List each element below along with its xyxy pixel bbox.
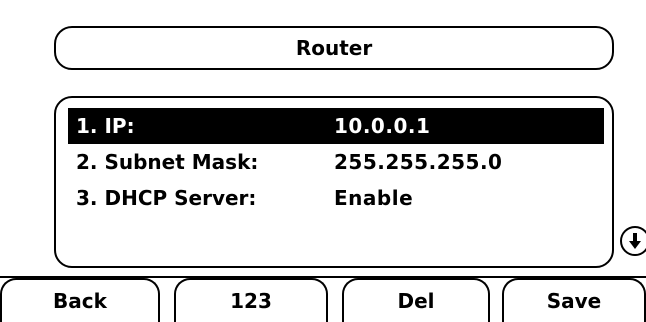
scroll-down-arrow-icon xyxy=(620,226,646,256)
list-item-dhcp-server[interactable]: 3. DHCP Server: Enable xyxy=(68,180,604,216)
delete-button-label: Del xyxy=(397,289,435,313)
settings-list: 1. IP: 10.0.0.1 2. Subnet Mask: 255.255.… xyxy=(54,96,614,268)
list-item-label: 3. DHCP Server: xyxy=(76,186,257,210)
list-item-label: 1. IP: xyxy=(76,114,135,138)
save-button-label: Save xyxy=(546,289,602,313)
input-mode-123-button[interactable]: 123 xyxy=(174,278,328,322)
back-button-label: Back xyxy=(53,289,107,313)
delete-button[interactable]: Del xyxy=(342,278,490,322)
list-item-value: Enable xyxy=(334,186,414,210)
list-item-ip[interactable]: 1. IP: 10.0.0.1 xyxy=(68,108,604,144)
page-title: Router xyxy=(54,26,614,70)
list-item-value: 255.255.255.0 xyxy=(334,150,503,174)
softkey-bar: Back 123 Del Save xyxy=(0,278,646,322)
list-item-subnet-mask[interactable]: 2. Subnet Mask: 255.255.255.0 xyxy=(68,144,604,180)
list-item-value: 10.0.0.1 xyxy=(334,114,431,138)
back-button[interactable]: Back xyxy=(0,278,160,322)
list-item-label: 2. Subnet Mask: xyxy=(76,150,259,174)
phone-screen: Router 1. IP: 10.0.0.1 2. Subnet Mask: 2… xyxy=(0,0,646,322)
save-button[interactable]: Save xyxy=(502,278,646,322)
page-title-text: Router xyxy=(295,36,373,60)
input-mode-button-label: 123 xyxy=(230,289,272,313)
